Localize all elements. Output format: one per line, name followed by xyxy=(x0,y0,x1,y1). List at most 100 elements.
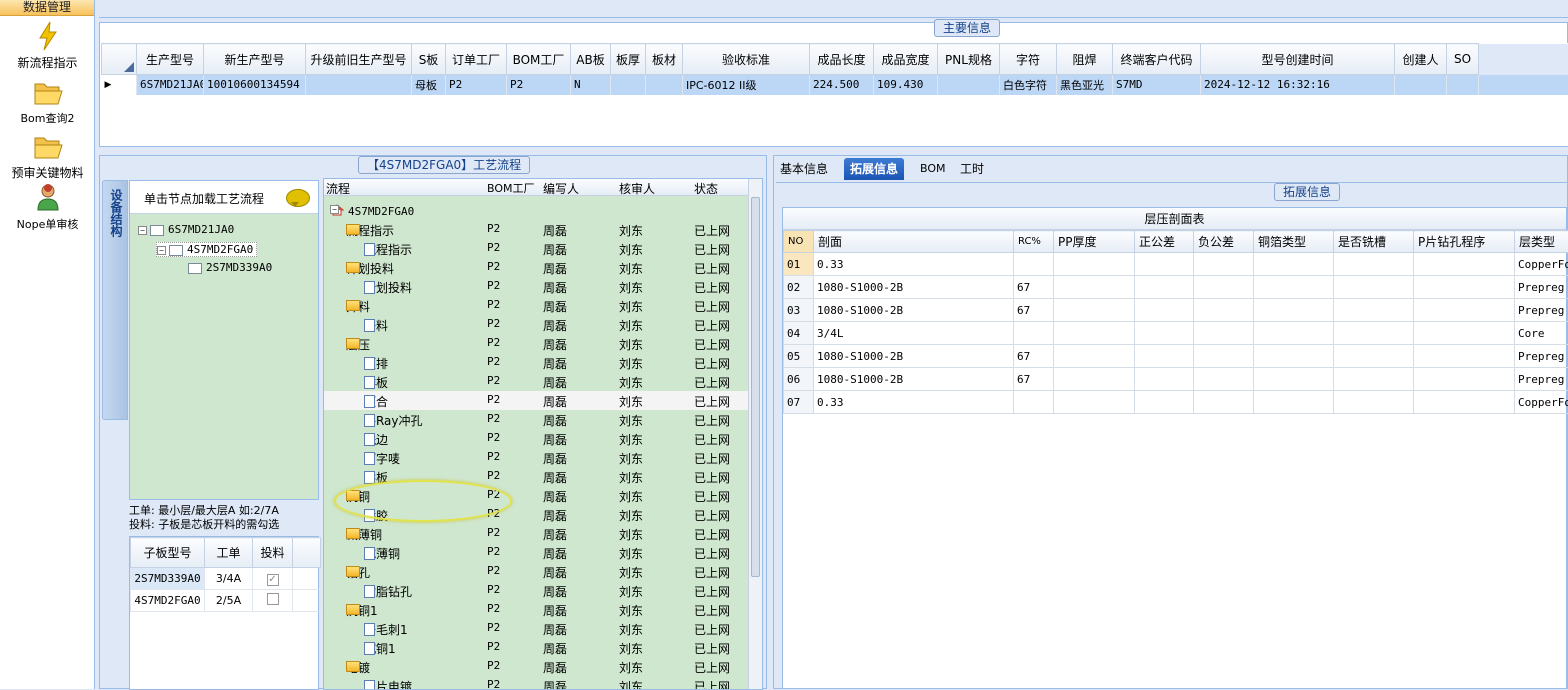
table-cell[interactable]: P2 xyxy=(507,75,571,95)
flow-node[interactable]: −电镀 xyxy=(346,659,370,676)
table-cell[interactable] xyxy=(1254,253,1334,276)
table-cell[interactable] xyxy=(1135,345,1194,368)
col-header[interactable]: PP厚度 xyxy=(1054,231,1135,253)
flow-node[interactable]: −钻孔 xyxy=(346,564,370,581)
flow-scrollbar[interactable] xyxy=(748,179,762,690)
table-cell[interactable] xyxy=(1254,299,1334,322)
table-cell[interactable] xyxy=(1194,322,1254,345)
col-header[interactable]: 板材 xyxy=(646,44,683,75)
flow-row[interactable]: 减薄铜P2周磊刘东已上网 xyxy=(324,543,749,562)
row-number-cell[interactable]: 01 xyxy=(784,253,814,276)
table-cell[interactable] xyxy=(1334,391,1414,414)
table-cell[interactable]: 黑色亚光 xyxy=(1057,75,1113,95)
tab-device-structure[interactable]: 设备结构 xyxy=(102,180,128,420)
flow-root-node[interactable]: −4S7MD2FGA0 xyxy=(324,201,749,220)
table-cell[interactable] xyxy=(1334,368,1414,391)
table-cell[interactable] xyxy=(1447,75,1479,95)
table-cell[interactable] xyxy=(1414,253,1515,276)
table-cell[interactable] xyxy=(1254,368,1334,391)
table-cell[interactable] xyxy=(1334,253,1414,276)
flow-node[interactable]: 去毛刺1 xyxy=(364,621,408,638)
table-cell[interactable]: Prepreg xyxy=(1515,368,1568,391)
flow-row[interactable]: 铣边P2周磊刘东已上网 xyxy=(324,429,749,448)
flow-node[interactable]: 铣边 xyxy=(364,431,388,448)
table-cell[interactable] xyxy=(1414,276,1515,299)
tree-node[interactable]: 2S7MD339A0 xyxy=(188,261,272,274)
nav-item-bom-query[interactable]: Bom查询2 xyxy=(0,76,95,126)
collapse-icon[interactable]: − xyxy=(330,205,339,214)
col-header[interactable]: 型号创建时间 xyxy=(1201,44,1395,75)
table-cell[interactable]: 3/4A xyxy=(205,568,253,590)
col-header[interactable]: 终端客户代码 xyxy=(1113,44,1201,75)
tab-work-hours[interactable]: 工时 xyxy=(954,158,990,180)
checkbox-unchecked[interactable] xyxy=(267,593,279,605)
table-cell[interactable]: 6S7MD21JA0 xyxy=(137,75,204,95)
table-cell[interactable] xyxy=(938,75,1000,95)
flow-row[interactable]: 流程指示P2周磊刘东已上网 xyxy=(324,239,749,258)
col-header[interactable]: 字符 xyxy=(1000,44,1057,75)
table-cell[interactable]: Prepreg xyxy=(1515,299,1568,322)
flow-node[interactable]: 流程指示 xyxy=(364,241,412,258)
table-row[interactable]: 061080-S1000-2B67Prepreg xyxy=(784,368,1568,391)
table-cell[interactable] xyxy=(1194,345,1254,368)
col-header[interactable]: RC% xyxy=(1014,231,1054,253)
flow-node[interactable]: −层压 xyxy=(346,336,370,353)
table-cell[interactable] xyxy=(611,75,646,95)
col-header[interactable]: 生产型号 xyxy=(137,44,204,75)
col-header[interactable]: PNL规格 xyxy=(938,44,1000,75)
table-cell[interactable] xyxy=(1254,322,1334,345)
table-cell[interactable] xyxy=(1054,276,1135,299)
flow-row[interactable]: 去毛刺1P2周磊刘东已上网 xyxy=(324,619,749,638)
flow-row[interactable]: X-Ray冲孔P2周磊刘东已上网 xyxy=(324,410,749,429)
table-cell[interactable] xyxy=(1414,299,1515,322)
table-cell[interactable] xyxy=(1054,299,1135,322)
table-cell[interactable] xyxy=(1334,276,1414,299)
table-cell[interactable] xyxy=(1054,391,1135,414)
table-cell[interactable]: 224.500 xyxy=(810,75,874,95)
flow-node[interactable]: 预排 xyxy=(364,355,388,372)
table-cell[interactable] xyxy=(1414,391,1515,414)
table-cell[interactable] xyxy=(1014,391,1054,414)
col-header[interactable]: 工单 xyxy=(205,538,253,568)
table-cell[interactable] xyxy=(306,75,412,95)
collapse-icon[interactable]: − xyxy=(138,226,147,235)
table-cell[interactable] xyxy=(1054,253,1135,276)
table-cell[interactable]: S7MD xyxy=(1113,75,1201,95)
col-header[interactable]: 订单工厂 xyxy=(446,44,507,75)
row-number-cell[interactable]: 04 xyxy=(784,322,814,345)
flow-node[interactable]: 开料 xyxy=(364,317,388,334)
table-cell[interactable]: P2 xyxy=(446,75,507,95)
table-cell[interactable]: Prepreg xyxy=(1515,345,1568,368)
table-cell[interactable]: 1080-S1000-2B xyxy=(814,345,1014,368)
table-cell[interactable]: 67 xyxy=(1014,368,1054,391)
flow-row[interactable]: −电镀P2周磊刘东已上网 xyxy=(324,657,749,676)
flow-node[interactable]: −计划投料 xyxy=(346,260,394,277)
flow-row[interactable]: −开料P2周磊刘东已上网 xyxy=(324,296,749,315)
flow-row[interactable]: −沉铜1P2周磊刘东已上网 xyxy=(324,600,749,619)
flow-node[interactable]: 减薄铜 xyxy=(364,545,400,562)
table-cell[interactable] xyxy=(1014,253,1054,276)
flow-node[interactable]: −沉铜1 xyxy=(346,602,378,619)
tab-extended-info[interactable]: 拓展信息 xyxy=(844,158,904,180)
nav-item-nope-audit[interactable]: Nope单审核 xyxy=(0,182,95,232)
col-header[interactable]: SO xyxy=(1447,44,1479,75)
flow-node[interactable]: 压合 xyxy=(364,393,388,410)
table-cell[interactable]: 0.33 xyxy=(814,391,1014,414)
table-cell[interactable]: CopperFoil xyxy=(1515,391,1568,414)
col-header[interactable]: 铜箔类型 xyxy=(1254,231,1334,253)
table-cell[interactable] xyxy=(1395,75,1447,95)
table-cell[interactable]: Prepreg xyxy=(1515,276,1568,299)
table-cell[interactable] xyxy=(1194,253,1254,276)
scroll-thumb[interactable] xyxy=(751,197,760,577)
flow-row[interactable]: 沉铜1P2周磊刘东已上网 xyxy=(324,638,749,657)
col-header[interactable]: BOM工厂 xyxy=(487,180,535,196)
table-cell[interactable] xyxy=(1414,322,1515,345)
flow-row[interactable]: 开料P2周磊刘东已上网 xyxy=(324,315,749,334)
flow-row[interactable]: 预排P2周磊刘东已上网 xyxy=(324,353,749,372)
table-cell[interactable]: 白色字符 xyxy=(1000,75,1057,95)
table-cell[interactable] xyxy=(1054,368,1135,391)
col-header[interactable]: 是否铣槽 xyxy=(1334,231,1414,253)
flow-row[interactable]: −减薄铜P2周磊刘东已上网 xyxy=(324,524,749,543)
checkbox-cell[interactable]: ✓ xyxy=(253,568,293,590)
table-cell[interactable]: 4S7MD2FGA0 xyxy=(131,590,205,612)
